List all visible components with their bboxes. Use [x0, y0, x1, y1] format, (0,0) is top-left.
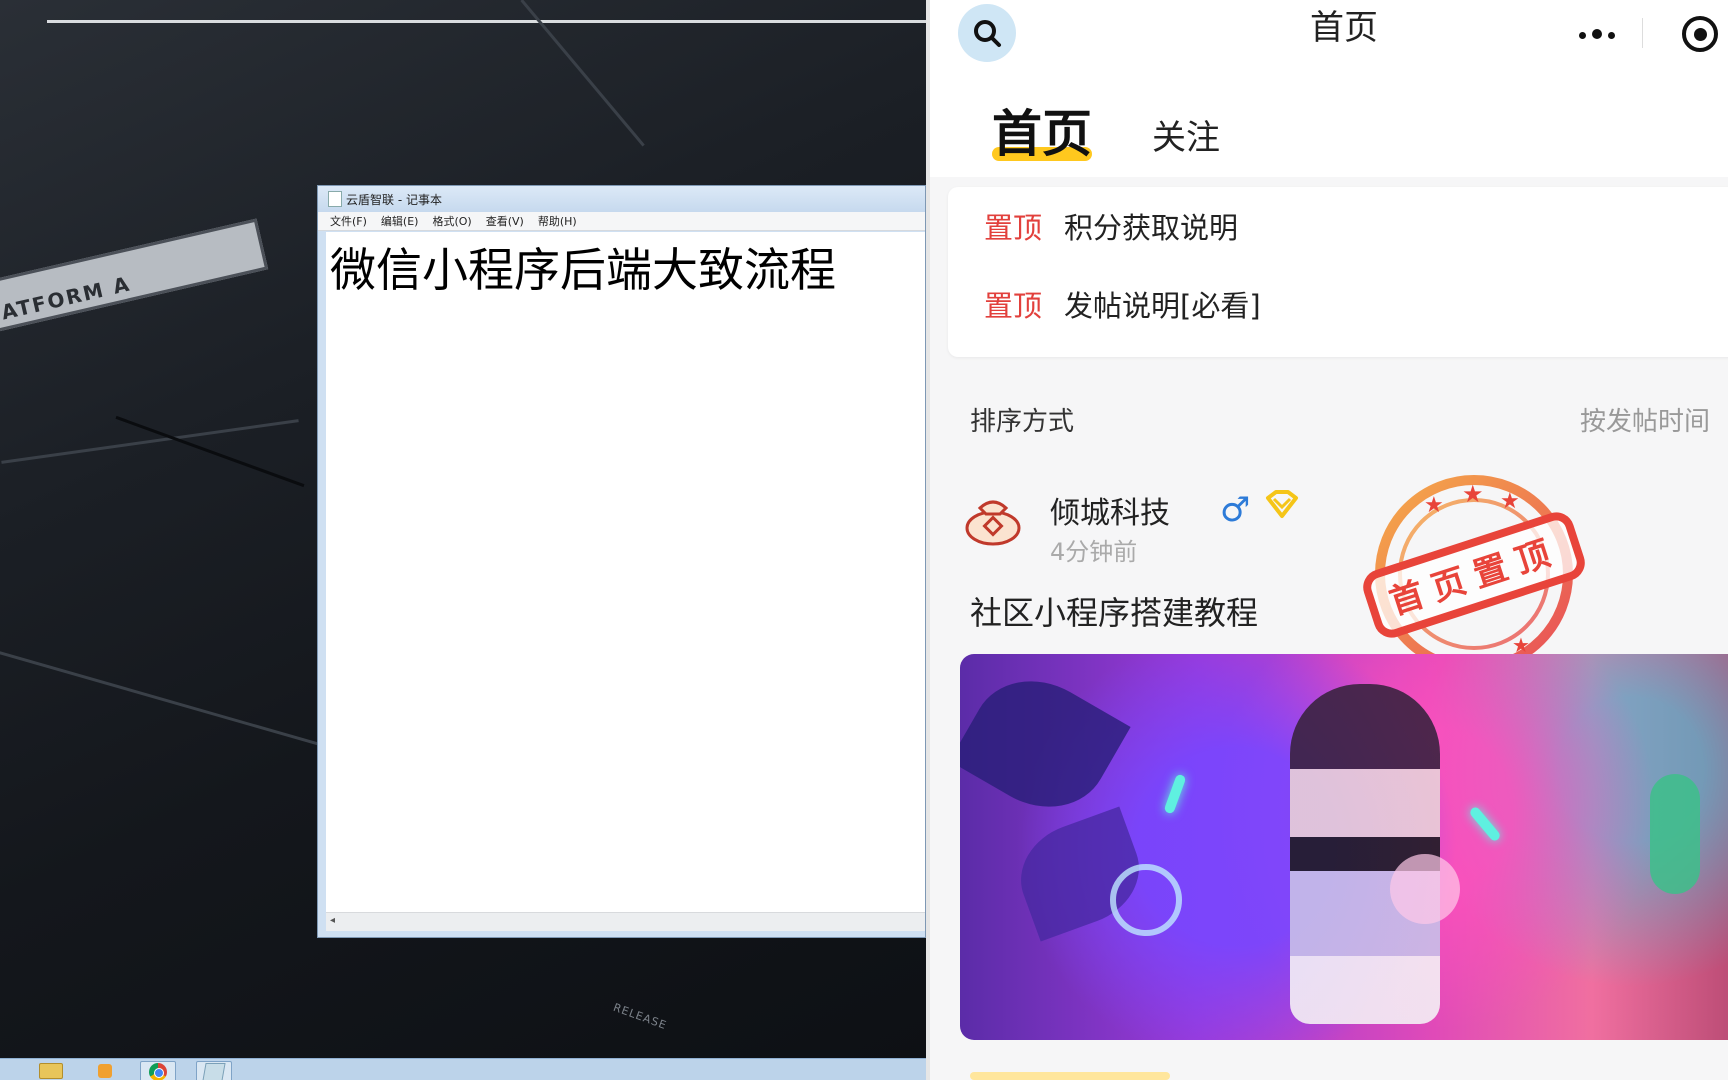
notepad-content: 微信小程序后端大致流程	[330, 243, 836, 297]
tab-home[interactable]: 首页	[992, 94, 1092, 166]
taskbar-chrome[interactable]	[140, 1061, 176, 1080]
horizontal-scrollbar[interactable]: ◂	[326, 912, 925, 931]
taskbar-explorer[interactable]	[34, 1061, 68, 1080]
pinned-title: 发帖说明[必看]	[1064, 289, 1261, 323]
post-card[interactable]: 倾城科技 ♂ 4分钟前 社区小程序搭建教程 ★ ★ ★ ★ 首页置顶	[930, 470, 1728, 1080]
more-menu-button[interactable]	[1552, 10, 1642, 56]
pinned-item[interactable]: 置顶 发帖说明[必看]	[984, 283, 1261, 325]
release-label: RELEASE	[611, 1000, 669, 1033]
pinned-tag: 置顶	[984, 211, 1043, 245]
notepad-text-area[interactable]: 微信小程序后端大致流程	[326, 232, 925, 913]
notepad-menubar: 文件(F) 编辑(E) 格式(O) 查看(V) 帮助(H)	[318, 212, 925, 231]
menu-view[interactable]: 查看(V)	[486, 213, 524, 229]
svg-text:★: ★	[1462, 480, 1484, 508]
tab-bar: 首页 关注	[930, 72, 1728, 177]
desktop-background: ATFORM A RELEASE 云盾智联 - 记事本 文件(F) 编辑(E) …	[0, 0, 926, 1080]
menu-file[interactable]: 文件(F)	[330, 213, 367, 229]
male-icon: ♂	[1220, 490, 1251, 530]
desktop-panel-line	[115, 415, 305, 488]
page-title: 首页	[1310, 8, 1378, 48]
taskbar-media-player[interactable]	[88, 1061, 122, 1080]
capsule-divider	[1642, 18, 1643, 48]
sort-bar: 排序方式 按发帖时间	[930, 395, 1728, 445]
taskbar-notepad[interactable]	[196, 1061, 232, 1080]
sort-selector[interactable]: 按发帖时间	[1580, 401, 1710, 438]
desktop-top-line	[47, 20, 926, 23]
leaf-decoration	[960, 657, 1131, 831]
desktop-panel-line	[1, 419, 299, 464]
glowstick-decoration	[1163, 773, 1187, 815]
menu-help[interactable]: 帮助(H)	[538, 213, 577, 229]
taskbar	[0, 1058, 926, 1080]
menu-format[interactable]: 格式(O)	[432, 213, 471, 229]
pinned-title: 积分获取说明	[1064, 211, 1239, 245]
vip-diamond-icon	[1266, 490, 1298, 518]
post-time: 4分钟前	[1050, 538, 1138, 566]
post-cover-image[interactable]	[960, 654, 1728, 1040]
search-button[interactable]	[958, 4, 1016, 62]
glowstick-decoration	[1468, 805, 1502, 843]
folder-icon	[39, 1063, 63, 1079]
svg-text:★: ★	[1500, 489, 1520, 514]
author-name[interactable]: 倾城科技	[1050, 488, 1170, 532]
post-title[interactable]: 社区小程序搭建教程	[970, 588, 1258, 634]
tab-follow[interactable]: 关注	[1152, 110, 1220, 159]
disc-decoration	[1390, 854, 1460, 924]
target-icon	[1693, 27, 1707, 41]
scroll-left-icon[interactable]: ◂	[330, 915, 335, 926]
navigation-bar: 首页	[930, 0, 1728, 72]
pinned-posts-card: 置顶 积分获取说明 置顶 发帖说明[必看]	[948, 187, 1728, 357]
notepad-titlebar[interactable]: 云盾智联 - 记事本	[318, 186, 925, 212]
search-icon	[974, 20, 1001, 47]
notepad-icon	[202, 1063, 226, 1080]
sort-label: 排序方式	[970, 407, 1075, 437]
money-bag-avatar-icon[interactable]	[964, 494, 1022, 546]
notepad-icon	[328, 191, 342, 207]
close-capsule-button[interactable]	[1682, 16, 1718, 52]
svg-text:★: ★	[1424, 493, 1444, 518]
pinned-tag: 置顶	[984, 289, 1043, 323]
more-icon	[1576, 24, 1618, 43]
pinned-item[interactable]: 置顶 积分获取说明	[984, 205, 1238, 247]
pinned-stamp: ★ ★ ★ ★ 首页置顶	[1363, 475, 1585, 673]
notepad-window[interactable]: 云盾智联 - 记事本 文件(F) 编辑(E) 格式(O) 查看(V) 帮助(H)…	[317, 185, 926, 938]
next-post-stub	[970, 1072, 1170, 1080]
chrome-icon	[149, 1063, 167, 1080]
menu-edit[interactable]: 编辑(E)	[381, 213, 419, 229]
media-player-icon	[98, 1064, 112, 1078]
mini-program-screen: 首页 首页 关注 置顶 积分获取说明 置顶 发帖说明[必看] 排序方式 按发帖时…	[930, 0, 1728, 1080]
record-decoration	[1110, 864, 1182, 936]
desktop-panel-line	[0, 650, 344, 753]
notepad-title: 云盾智联 - 记事本	[346, 192, 442, 207]
plant-decoration	[1650, 774, 1700, 894]
